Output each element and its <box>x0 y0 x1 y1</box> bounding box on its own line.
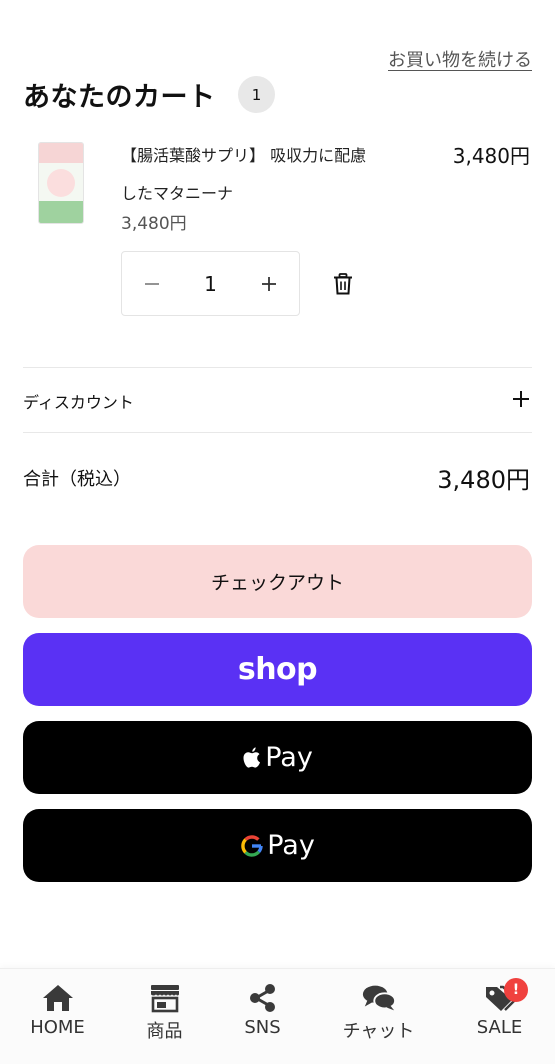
cart-count-badge: 1 <box>238 76 275 113</box>
remove-item-button[interactable] <box>330 270 356 298</box>
store-icon <box>147 983 183 1013</box>
minus-icon <box>145 282 159 285</box>
package-emblem <box>47 169 75 197</box>
continue-shopping-link[interactable]: お買い物を続ける <box>388 46 532 72</box>
decrease-quantity-button[interactable] <box>122 252 182 315</box>
trash-icon <box>334 273 352 295</box>
apple-pay-button[interactable]: Pay <box>23 721 532 794</box>
nav-label-home: HOME <box>30 1017 85 1038</box>
nav-item-products[interactable]: 商品 <box>109 969 220 1064</box>
google-logo-icon <box>241 834 263 857</box>
quantity-input[interactable]: 1 <box>182 252 239 315</box>
nav-item-sns[interactable]: SNS <box>207 969 318 1064</box>
product-name-link[interactable]: 【腸活葉酸サプリ】 吸収力に配慮したマタニーナ <box>121 137 376 213</box>
google-pay-text: Pay <box>267 830 315 861</box>
cart-title: あなたのカート <box>23 82 216 113</box>
package-base-band <box>39 201 83 223</box>
share-icon <box>245 983 281 1013</box>
home-icon <box>40 983 76 1013</box>
plus-icon <box>262 276 276 291</box>
shop-pay-logo-text: shop <box>237 652 318 687</box>
checkout-button[interactable]: チェックアウト <box>23 545 532 618</box>
unit-price: 3,480円 <box>121 214 187 234</box>
quantity-stepper: 1 <box>121 251 300 316</box>
package-label-band <box>39 143 83 163</box>
line-price: 3,480円 <box>452 144 530 168</box>
sale-alert-badge: ! <box>504 978 528 1002</box>
divider <box>23 432 532 433</box>
expand-plus-icon <box>513 391 529 407</box>
apple-logo-icon <box>243 746 261 768</box>
nav-label-sns: SNS <box>244 1017 281 1038</box>
nav-item-home[interactable]: HOME <box>2 969 113 1064</box>
nav-label-chat: チャット <box>342 1021 415 1042</box>
discount-label: ディスカウント <box>23 393 134 412</box>
google-pay-button[interactable]: Pay <box>23 809 532 882</box>
nav-item-chat[interactable]: チャット <box>323 969 434 1064</box>
bottom-navigation: HOME 商品 SNS チャット ! SALE <box>0 968 555 1064</box>
shop-pay-button[interactable]: shop <box>23 633 532 706</box>
nav-label-products: 商品 <box>146 1021 183 1042</box>
nav-label-sale: SALE <box>476 1017 523 1038</box>
increase-quantity-button[interactable] <box>239 252 299 315</box>
discount-toggle[interactable]: ディスカウント <box>23 368 532 432</box>
total-value: 3,480円 <box>437 466 530 494</box>
nav-item-sale[interactable]: ! SALE <box>444 969 555 1064</box>
apple-pay-text: Pay <box>265 742 313 773</box>
chat-icon <box>361 983 397 1013</box>
product-thumbnail[interactable] <box>38 142 84 224</box>
total-label: 合計（税込） <box>23 469 131 490</box>
